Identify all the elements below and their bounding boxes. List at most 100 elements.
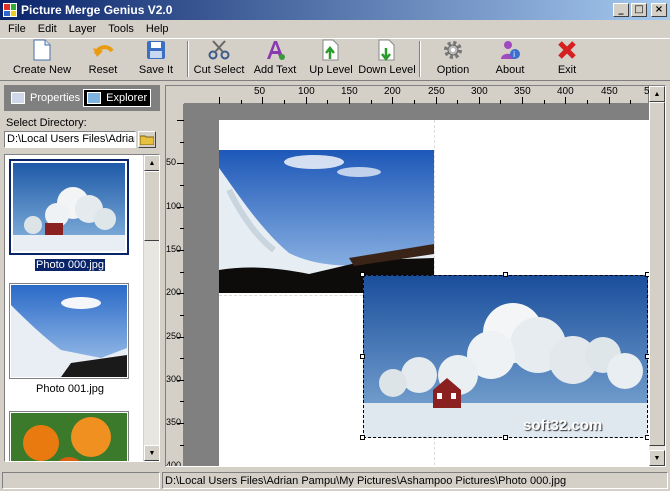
- resize-handle[interactable]: [503, 435, 508, 440]
- tab-properties-label: Properties: [30, 92, 81, 104]
- properties-icon: [11, 92, 25, 104]
- list-item[interactable]: Photo 000.jpg: [9, 159, 131, 271]
- ruler-tick: [306, 97, 307, 104]
- ruler-label: 300: [166, 374, 182, 384]
- up-level-icon: [320, 39, 342, 61]
- ruler-tick: [522, 97, 523, 104]
- down-level-icon: [376, 39, 398, 61]
- status-left: [2, 472, 160, 489]
- scroll-thumb[interactable]: [649, 102, 665, 446]
- menu-layer[interactable]: Layer: [63, 23, 103, 35]
- ruler-label: 250: [428, 86, 445, 97]
- gear-icon: [442, 39, 464, 61]
- ruler-tick: [349, 97, 350, 104]
- resize-handle[interactable]: [360, 435, 365, 440]
- new-document-icon: [31, 39, 53, 61]
- merge-page[interactable]: soft32.com: [219, 120, 650, 466]
- directory-row: D:\Local Users Files\Adrian Pa: [4, 131, 160, 148]
- about-label: About: [495, 64, 525, 76]
- directory-input[interactable]: D:\Local Users Files\Adrian Pa: [4, 131, 136, 148]
- thumbnail-list: Photo 000.jpg Photo 001.jpg ▲ ▼: [4, 154, 160, 462]
- ruler-label: 200: [166, 287, 182, 297]
- scroll-down-arrow[interactable]: ▼: [144, 445, 159, 461]
- create-new-label: Create New: [12, 64, 72, 76]
- ruler-tick: [436, 97, 437, 104]
- cut-select-button[interactable]: Cut Select: [192, 39, 246, 80]
- selection-box[interactable]: [363, 275, 648, 438]
- ruler-tick: [565, 97, 566, 104]
- ruler-tick: [609, 97, 610, 104]
- save-label: Save It: [138, 64, 174, 76]
- thumbnail-image: [9, 159, 129, 255]
- panel-tabs: Properties Explorer: [4, 85, 160, 111]
- menu-file[interactable]: File: [2, 23, 32, 35]
- resize-handle[interactable]: [360, 272, 365, 277]
- menu-bar: File Edit Layer Tools Help: [0, 20, 670, 38]
- ruler-tick: [392, 97, 393, 104]
- option-button[interactable]: Option: [424, 39, 482, 80]
- close-button[interactable]: ×: [651, 3, 667, 17]
- menu-edit[interactable]: Edit: [32, 23, 63, 35]
- vertical-ruler: 50 100 150 200 250 300 350 400: [166, 104, 184, 466]
- tab-explorer[interactable]: Explorer: [83, 89, 152, 107]
- toolbar-separator: [187, 41, 189, 77]
- ruler-label: 50: [166, 157, 177, 167]
- tab-properties[interactable]: Properties: [8, 89, 83, 107]
- ruler-label: 450: [601, 86, 618, 97]
- explorer-icon: [87, 92, 102, 104]
- up-level-label: Up Level: [309, 64, 353, 76]
- ruler-label: 400: [557, 86, 574, 97]
- resize-handle[interactable]: [503, 272, 508, 277]
- scroll-up-arrow[interactable]: ▲: [649, 86, 665, 102]
- about-button[interactable]: i About: [482, 39, 538, 80]
- reset-button[interactable]: Reset: [78, 39, 128, 80]
- status-bar: D:\Local Users Files\Adrian Pampu\My Pic…: [0, 470, 670, 491]
- menu-tools[interactable]: Tools: [102, 23, 140, 35]
- photo-layer-wave[interactable]: [219, 150, 434, 293]
- canvas-area: 50100150200250300350400450500 5010015020…: [165, 85, 666, 467]
- ruler-label: 150: [166, 244, 182, 254]
- toolbar-separator: [419, 41, 421, 77]
- add-text-button[interactable]: Add Text: [246, 39, 304, 80]
- resize-handle[interactable]: [360, 354, 365, 359]
- add-text-icon: [264, 39, 286, 61]
- exit-x-icon: [556, 39, 578, 61]
- exit-button[interactable]: Exit: [538, 39, 596, 80]
- left-panel: Properties Explorer Select Directory: D:…: [4, 85, 160, 467]
- ruler-label: 250: [166, 331, 182, 341]
- add-text-label: Add Text: [253, 64, 297, 76]
- scissors-icon: [208, 39, 230, 61]
- scroll-down-arrow[interactable]: ▼: [649, 450, 665, 466]
- reset-label: Reset: [88, 64, 118, 76]
- scroll-thumb[interactable]: [144, 171, 159, 241]
- up-level-button[interactable]: Up Level: [304, 39, 358, 80]
- minimize-button[interactable]: _: [613, 3, 629, 17]
- about-icon: i: [499, 39, 521, 61]
- title-bar: Picture Merge Genius V2.0 _ □ ×: [0, 0, 670, 20]
- down-level-button[interactable]: Down Level: [358, 39, 416, 80]
- create-new-button[interactable]: Create New: [6, 39, 78, 80]
- scroll-up-arrow[interactable]: ▲: [144, 155, 159, 171]
- down-level-label: Down Level: [358, 64, 416, 76]
- folder-icon: [140, 135, 154, 145]
- toolbar: Create New Reset Save It Cut Select Add …: [0, 38, 670, 81]
- tab-explorer-label: Explorer: [106, 92, 148, 104]
- list-item[interactable]: Photo 001.jpg: [9, 283, 131, 395]
- option-label: Option: [436, 64, 470, 76]
- list-item[interactable]: [9, 411, 131, 461]
- horizontal-ruler: 50100150200250300350400450500: [184, 86, 661, 104]
- thumbnail-image: [9, 411, 129, 461]
- save-button[interactable]: Save It: [128, 39, 184, 80]
- ruler-tick: [219, 97, 220, 104]
- reset-arrow-icon: [92, 39, 114, 61]
- ruler-tick: [177, 120, 184, 121]
- browse-folder-button[interactable]: [138, 131, 156, 148]
- ruler-label: 350: [166, 417, 182, 427]
- menu-help[interactable]: Help: [140, 23, 175, 35]
- ruler-label: 300: [471, 86, 488, 97]
- svg-text:i: i: [513, 50, 515, 59]
- maximize-button[interactable]: □: [631, 3, 647, 17]
- ruler-label: 100: [166, 201, 182, 211]
- canvas-scrollbar[interactable]: ▲ ▼: [649, 86, 665, 466]
- thumbnail-scrollbar[interactable]: ▲ ▼: [143, 155, 159, 461]
